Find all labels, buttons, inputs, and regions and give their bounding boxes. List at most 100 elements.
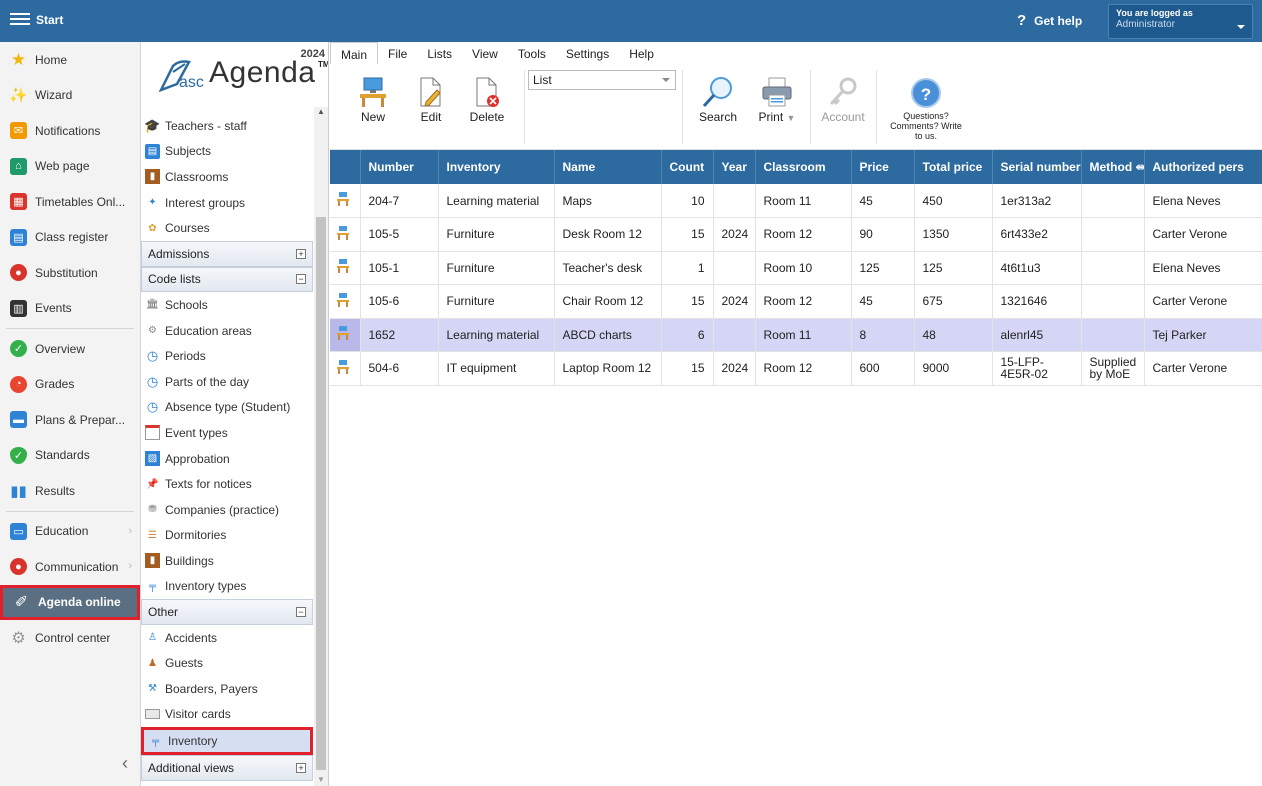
nav-item-class-register[interactable]: ▤ Class register [0, 220, 140, 256]
search-button[interactable]: Search [698, 74, 738, 124]
cell-inventory: Furniture [438, 284, 555, 319]
cell-person: Carter Verone [1144, 217, 1262, 252]
submenu-item-dormitories[interactable]: ☰ Dormitories [141, 523, 313, 549]
table-row[interactable]: 204-7 Learning material Maps 10 Room 11 45 450… [330, 184, 1262, 218]
column-header-classroom[interactable]: Classroom [755, 150, 852, 184]
user-account-dropdown[interactable]: You are logged as Administrator [1108, 4, 1253, 39]
nav-item-home[interactable]: ★ Home [0, 42, 140, 78]
table-row[interactable]: 1652 Learning material ABCD charts 6 Room 11… [330, 318, 1262, 352]
cell-name: Laptop Room 12 [554, 351, 662, 386]
submenu-scrollbar[interactable]: ▲ ▼ [314, 107, 328, 786]
nav-item-results[interactable]: ▮▮ Results [0, 473, 140, 509]
nav-item-wizard[interactable]: ✨ Wizard [0, 78, 140, 114]
cell-classroom: Room 12 [755, 284, 852, 319]
submenu-item-texts-notices[interactable]: 📌 Texts for notices [141, 471, 313, 497]
table-row[interactable]: 105-5 Furniture Desk Room 12 15 2024 Room 12 9… [330, 217, 1262, 252]
chevron-down-icon: ▼ [786, 113, 796, 123]
submenu-item-teachers[interactable]: 🎓 Teachers - staff [141, 113, 313, 139]
column-header-number[interactable]: Number [360, 150, 439, 184]
tab-settings[interactable]: Settings [556, 42, 619, 64]
nav-item-control-center[interactable]: ⚙ Control center [0, 620, 140, 656]
tab-help[interactable]: Help [619, 42, 664, 64]
column-header-method[interactable]: Method ⇼ [1081, 150, 1145, 184]
column-header-serial-number[interactable]: Serial number [992, 150, 1082, 184]
hamburger-menu-icon[interactable] [10, 10, 30, 30]
submenu-item-accidents[interactable]: ♙ Accidents [141, 625, 313, 651]
submenu-item-education-areas[interactable]: ⚙ Education areas [141, 318, 313, 344]
calendar-icon: ▥ [10, 299, 27, 317]
nav-item-events[interactable]: ▥ Events [0, 291, 140, 327]
tab-view[interactable]: View [462, 42, 508, 64]
submenu-item-interest-groups[interactable]: ✦ Interest groups [141, 190, 313, 216]
submenu-item-periods[interactable]: ◷ Periods [141, 343, 313, 369]
table-row[interactable]: 504-6 IT equipment Laptop Room 12 15 2024 Roo… [330, 351, 1262, 386]
print-button[interactable]: Print ▼ [754, 74, 800, 124]
submenu-item-schools[interactable]: 🏛 Schools [141, 292, 313, 318]
tab-lists[interactable]: Lists [417, 42, 462, 64]
education-areas-icon: ⚙ [148, 325, 157, 337]
new-button[interactable]: New [356, 74, 390, 124]
scroll-down-icon[interactable]: ▼ [317, 775, 325, 784]
section-header-code-lists[interactable]: Code lists − [141, 266, 313, 293]
submenu-item-approbation[interactable]: ▧ Approbation [141, 446, 313, 472]
delete-button[interactable]: Delete [468, 74, 506, 124]
tab-main[interactable]: Main [330, 42, 379, 64]
submenu-item-parts-of-day[interactable]: ◷ Parts of the day [141, 369, 313, 395]
submenu-item-courses[interactable]: ✿ Courses [141, 215, 313, 241]
chat-icon: ● [10, 558, 27, 576]
submenu-item-boarders[interactable]: ⚒ Boarders, Payers [141, 676, 313, 702]
scroll-up-icon[interactable]: ▲ [317, 107, 325, 116]
scrollbar-thumb[interactable] [316, 217, 326, 770]
get-help-button[interactable]: ? Get help [1017, 12, 1082, 29]
nav-item-web-page[interactable]: ⌂ Web page [0, 149, 140, 185]
nav-item-education[interactable]: ▭ Education › [0, 514, 140, 550]
inventory-table: Number Inventory Name Count Year Classro… [330, 150, 1262, 386]
table-row[interactable]: 105-1 Furniture Teacher's desk 1 Room 10 125 1… [330, 251, 1262, 285]
table-row[interactable]: 105-6 Furniture Chair Room 12 15 2024 Room 12… [330, 284, 1262, 319]
submenu-item-classrooms[interactable]: ▮ Classrooms [141, 164, 313, 190]
nav-item-standards[interactable]: ✓ Standards [0, 438, 140, 474]
section-header-other[interactable]: Other − [141, 599, 313, 625]
nav-item-grades[interactable]: ◔ Grades [0, 367, 140, 403]
column-header-icon[interactable] [330, 150, 361, 184]
column-header-count[interactable]: Count [661, 150, 714, 184]
logo-agenda: Agenda [209, 56, 316, 89]
column-header-name[interactable]: Name [554, 150, 662, 184]
edit-button[interactable]: Edit [416, 74, 446, 124]
view-select[interactable]: List [528, 70, 676, 90]
section-header-admissions[interactable]: Admissions + [141, 240, 313, 267]
submenu-item-inventory-types[interactable]: ╤ Inventory types [141, 574, 313, 600]
tab-file[interactable]: File [378, 42, 417, 64]
nav-item-timetables[interactable]: ▦ Timetables Onl... [0, 184, 140, 220]
column-header-inventory[interactable]: Inventory [438, 150, 555, 184]
nav-item-substitution[interactable]: ● Substitution [0, 255, 140, 291]
submenu-item-companies[interactable]: ⛃ Companies (practice) [141, 497, 313, 523]
nav-item-agenda-online[interactable]: ✐ Agenda online [0, 584, 140, 620]
submenu-item-inventory[interactable]: ╤ Inventory [141, 727, 313, 756]
cell-number: 105-5 [360, 217, 439, 252]
collapse-sidebar-icon[interactable]: ‹ [122, 753, 128, 774]
questions-button[interactable]: ? Questions? Comments? Write to us. [878, 78, 974, 141]
bunk-bed-icon: ☰ [148, 529, 157, 541]
accident-icon: ♙ [148, 632, 157, 644]
submenu-item-absence-type[interactable]: ◷ Absence type (Student) [141, 395, 313, 421]
submenu-item-guests[interactable]: ♟ Guests [141, 650, 313, 676]
get-help-label: Get help [1034, 14, 1083, 28]
submenu-item-buildings[interactable]: ▮ Buildings [141, 548, 313, 574]
column-header-price[interactable]: Price [851, 150, 915, 184]
start-label[interactable]: Start [36, 13, 63, 27]
nav-item-notifications[interactable]: ✉ Notifications [0, 113, 140, 149]
submenu-item-event-types[interactable]: Event types [141, 420, 313, 446]
nav-item-communication[interactable]: ● Communication › [0, 549, 140, 585]
tab-tools[interactable]: Tools [508, 42, 556, 64]
nav-item-overview[interactable]: ✓ Overview [0, 331, 140, 367]
column-header-authorized-person[interactable]: Authorized pers [1144, 150, 1262, 184]
submenu-item-visitor-cards[interactable]: Visitor cards [141, 702, 313, 728]
section-header-additional-views[interactable]: Additional views + [141, 755, 313, 781]
column-header-total-price[interactable]: Total price [914, 150, 993, 184]
chevron-down-icon [662, 78, 670, 82]
column-header-year[interactable]: Year [713, 150, 756, 184]
nav-item-plans[interactable]: ▬ Plans & Prepar... [0, 402, 140, 438]
account-button[interactable]: Account [820, 74, 866, 124]
submenu-item-subjects[interactable]: ▤ Subjects [141, 139, 313, 165]
